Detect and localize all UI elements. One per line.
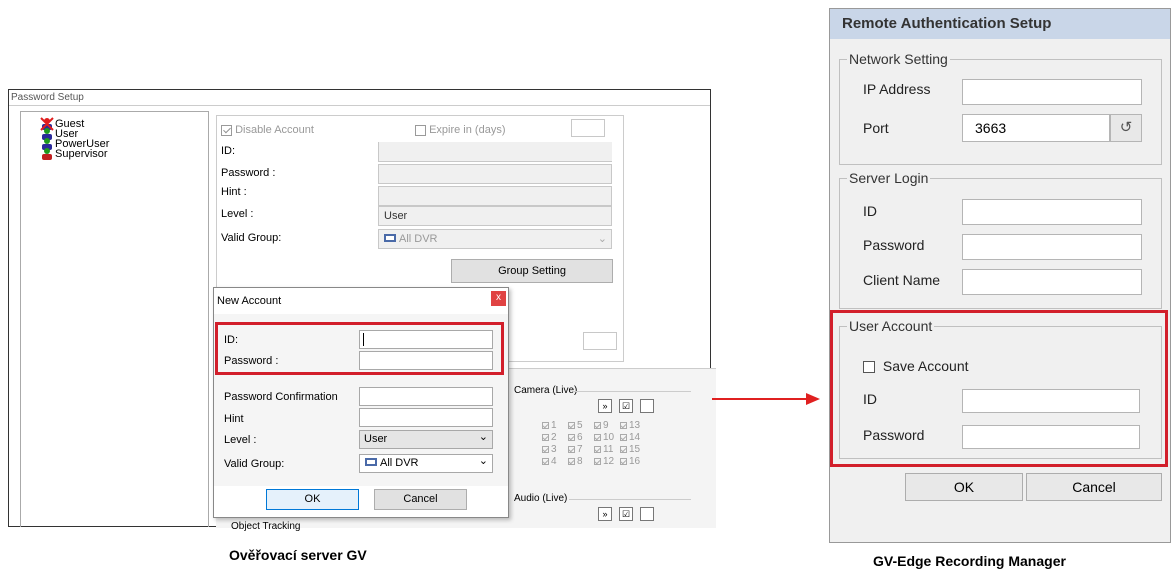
audio-check-all-icon[interactable]: ☑ xyxy=(619,507,633,521)
camera-live-label: Camera (Live) xyxy=(514,385,578,396)
expire-days-field[interactable] xyxy=(571,119,605,137)
network-setting-group xyxy=(839,59,1162,165)
checkbox-icon xyxy=(221,124,232,136)
highlight-box-left xyxy=(215,322,504,375)
tree-item-supervisor[interactable]: Supervisor xyxy=(39,147,108,161)
dialog-level-label: Level : xyxy=(224,434,257,446)
cancel-button[interactable]: Cancel xyxy=(1026,473,1162,501)
dialog-cancel-button[interactable]: Cancel xyxy=(374,489,467,510)
extra-field xyxy=(583,332,617,350)
server-password-input[interactable] xyxy=(962,234,1142,260)
ok-button[interactable]: OK xyxy=(905,473,1023,501)
caption-left: Ověřovací server GV xyxy=(229,547,367,563)
server-login-title: Server Login xyxy=(847,170,931,186)
expire-checkbox[interactable]: Expire in (days) xyxy=(415,124,505,136)
uncheck-all-icon[interactable] xyxy=(640,399,654,413)
window-title: Remote Authentication Setup xyxy=(842,15,1052,32)
id-label: ID: xyxy=(221,145,236,157)
close-button[interactable]: x xyxy=(491,291,506,306)
dialog-valid-group-select[interactable]: All DVR ⌄ xyxy=(359,454,493,473)
chevron-down-icon: ⌄ xyxy=(478,455,488,467)
group-setting-button[interactable]: Group Setting xyxy=(451,259,613,283)
dialog-valid-group-label: Valid Group: xyxy=(224,458,285,470)
chevron-down-icon: ⌄ xyxy=(597,233,607,245)
client-name-input[interactable] xyxy=(962,269,1142,295)
title-bar: Remote Authentication Setup xyxy=(830,9,1170,39)
id-field[interactable] xyxy=(378,142,612,162)
password-field[interactable] xyxy=(378,164,612,184)
highlight-box-right xyxy=(830,310,1168,467)
chevron-down-icon: ⌄ xyxy=(478,431,488,443)
audio-select-all-icon[interactable]: » xyxy=(598,507,612,521)
object-tracking-label: Object Tracking xyxy=(231,521,301,532)
dvr-group-icon xyxy=(383,232,399,246)
level-label: Level : xyxy=(221,208,254,220)
port-input[interactable]: 3663 xyxy=(962,114,1110,142)
ip-address-label: IP Address xyxy=(863,81,931,97)
select-all-icon[interactable]: » xyxy=(598,399,612,413)
valid-group-label: Valid Group: xyxy=(221,232,282,244)
caption-right: GV-Edge Recording Manager xyxy=(873,553,1066,569)
disable-account-checkbox[interactable]: Disable Account xyxy=(221,124,314,136)
close-icon: x xyxy=(496,292,501,303)
dialog-title: New Account xyxy=(217,295,282,307)
checkbox-icon xyxy=(415,124,426,136)
window-title: Password Setup xyxy=(11,92,84,103)
server-password-label: Password xyxy=(863,237,925,253)
server-id-input[interactable] xyxy=(962,199,1142,225)
arrow-head-icon xyxy=(806,393,820,405)
port-label: Port xyxy=(863,120,889,136)
reset-port-button[interactable]: ↺ xyxy=(1110,114,1142,142)
valid-group-select[interactable]: All DVR ⌄ xyxy=(378,229,612,249)
dialog-password-confirm-input[interactable] xyxy=(359,387,493,406)
arrow-line xyxy=(712,398,807,400)
dialog-hint-input[interactable] xyxy=(359,408,493,427)
audio-uncheck-all-icon[interactable] xyxy=(640,507,654,521)
network-setting-title: Network Setting xyxy=(847,51,950,67)
server-id-label: ID xyxy=(863,203,877,219)
camera-grid: 1 5 9 13 2 6 10 14 3 7 11 15 4 8 12 16 xyxy=(542,420,646,468)
dialog-hint-label: Hint xyxy=(224,413,244,425)
refresh-icon: ↺ xyxy=(1119,119,1133,136)
hint-label: Hint : xyxy=(221,186,247,198)
account-tree xyxy=(20,111,209,527)
dialog-password-confirm-label: Password Confirmation xyxy=(224,391,338,403)
dialog-level-select[interactable]: User ⌄ xyxy=(359,430,493,449)
supervisor-icon xyxy=(39,147,55,161)
hint-field[interactable] xyxy=(378,186,612,206)
password-label: Password : xyxy=(221,167,276,179)
level-field[interactable]: User xyxy=(378,206,612,226)
ip-address-input[interactable] xyxy=(962,79,1142,105)
client-name-label: Client Name xyxy=(863,272,941,288)
dvr-group-icon xyxy=(364,456,380,470)
audio-live-label: Audio (Live) xyxy=(514,493,568,504)
dialog-ok-button[interactable]: OK xyxy=(266,489,359,510)
check-all-icon[interactable]: ☑ xyxy=(619,399,633,413)
